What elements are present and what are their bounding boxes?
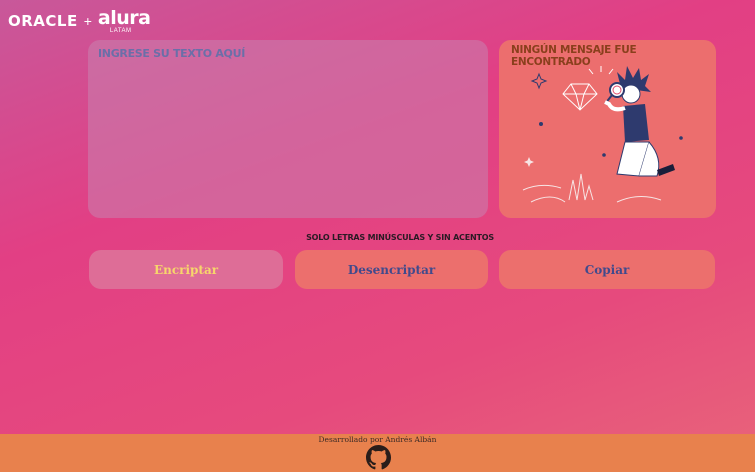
footer: Desarrollado por Andrés Albán <box>0 434 755 472</box>
message-input[interactable]: INGRESE SU TEXTO AQUÍ <box>88 40 488 218</box>
github-icon[interactable] <box>366 445 391 470</box>
encrypt-button[interactable]: Encriptar <box>89 250 283 289</box>
footer-credit: Desarrollado por Andrés Albán <box>318 435 437 444</box>
header-logos: ORACLE + alura LATAM <box>8 6 151 36</box>
input-hint: SOLO LETRAS MINÚSCULAS Y SIN ACENTOS <box>306 233 494 242</box>
no-message-illustration <box>522 66 683 203</box>
message-input-placeholder: INGRESE SU TEXTO AQUÍ <box>98 47 246 60</box>
oracle-logo: ORACLE <box>8 12 78 30</box>
alura-logo-sub: LATAM <box>109 27 132 34</box>
copy-button[interactable]: Copiar <box>499 250 715 289</box>
output-panel: NINGÚN MENSAJE FUE ENCONTRADO <box>499 40 716 218</box>
alura-logo-text: alura <box>97 6 151 29</box>
alura-logo: alura LATAM <box>97 6 151 34</box>
plus-sign: + <box>83 13 92 29</box>
decrypt-button[interactable]: Desencriptar <box>295 250 488 289</box>
